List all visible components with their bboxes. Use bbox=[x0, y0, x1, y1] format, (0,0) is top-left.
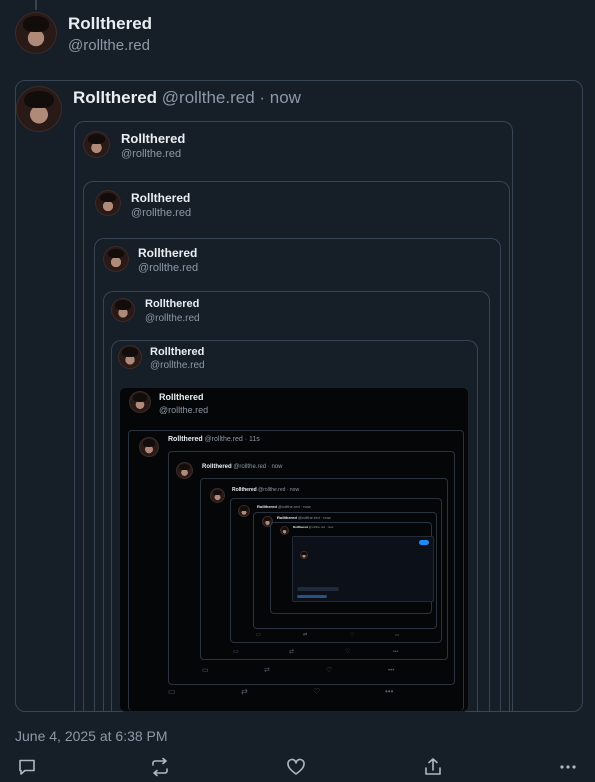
mini-more-icon-2: ••• bbox=[388, 668, 395, 674]
deep-meta-1: @rollthe.red · 11s bbox=[204, 436, 260, 443]
nested-name-2: Rollthered bbox=[131, 191, 191, 205]
nested-avatar-6 bbox=[129, 391, 151, 413]
deep-header-6: Rollthered @rollthe.red · now bbox=[293, 525, 333, 529]
nested-avatar-2 bbox=[95, 190, 121, 216]
deep-avatar-1 bbox=[139, 437, 159, 457]
mini-like-icon-3: ♡ bbox=[345, 649, 351, 655]
deep-header-4: Rollthered @rollthe.red · now bbox=[257, 504, 311, 509]
nested-name-3: Rollthered bbox=[138, 246, 198, 260]
like-button[interactable] bbox=[283, 755, 309, 779]
nested-avatar-5 bbox=[118, 345, 142, 369]
post-timestamp: June 4, 2025 at 6:38 PM bbox=[15, 728, 168, 744]
nested-handle-2: @rollthe.red bbox=[131, 207, 192, 219]
nested-name-1: Rollthered bbox=[121, 131, 186, 146]
deep-name-2: Rollthered bbox=[202, 464, 232, 470]
thread-line bbox=[35, 0, 37, 10]
mini-more-icon-3: ••• bbox=[393, 649, 399, 655]
deep-header-1: Rollthered @rollthe.red · 11s bbox=[168, 436, 260, 443]
deep-meta-4: @rollthe.red · now bbox=[277, 504, 311, 509]
more-button[interactable] bbox=[555, 755, 581, 779]
quote-header: Rollthered @rollthe.red · now bbox=[73, 88, 301, 108]
mini-more-icon-4: ••• bbox=[395, 632, 400, 637]
deep-name-4: Rollthered bbox=[257, 504, 277, 509]
deep-name-1: Rollthered bbox=[168, 436, 203, 443]
deep-avatar-4 bbox=[238, 505, 250, 517]
nested-handle-4: @rollthe.red bbox=[145, 313, 200, 324]
post-button-preview bbox=[419, 540, 429, 545]
nested-handle-3: @rollthe.red bbox=[138, 262, 199, 274]
share-button[interactable] bbox=[420, 755, 446, 779]
mini-like-icon-4: ♡ bbox=[350, 632, 355, 638]
mini-like-icon: ♡ bbox=[313, 687, 321, 696]
quote-time: · now bbox=[259, 88, 301, 107]
author-handle[interactable]: @rollthe.red bbox=[68, 37, 150, 54]
author-avatar[interactable] bbox=[15, 12, 57, 54]
reply-icon bbox=[19, 759, 35, 775]
deep-meta-6: @rollthe.red · now bbox=[308, 525, 334, 529]
mini-repost-icon-3: ⇄ bbox=[289, 649, 295, 655]
nested-name-6: Rollthered bbox=[159, 392, 204, 402]
share-icon bbox=[425, 758, 441, 775]
deep-meta-3: @rollthe.red · now bbox=[258, 487, 300, 493]
deep-header-2: Rollthered @rollthe.red · now bbox=[202, 464, 282, 470]
mini-reply-icon-4: ▭ bbox=[256, 632, 261, 638]
nested-name-4: Rollthered bbox=[145, 298, 200, 310]
deep-avatar-6 bbox=[280, 526, 289, 535]
deep-meta-5: @rollthe.red · now bbox=[297, 515, 331, 520]
quote-author-name: Rollthered bbox=[73, 88, 158, 107]
mini-reply-icon: ▭ bbox=[168, 687, 176, 696]
heart-icon bbox=[287, 758, 305, 775]
deep-meta-2: @rollthe.red · now bbox=[233, 464, 283, 470]
deep-name-6: Rollthered bbox=[293, 525, 308, 529]
mini-more-icon: ••• bbox=[385, 687, 394, 696]
reply-button[interactable] bbox=[14, 755, 40, 779]
nested-handle-5: @rollthe.red bbox=[150, 360, 205, 371]
mini-repost-icon-4: ⇄ bbox=[303, 632, 308, 638]
nested-handle-1: @rollthe.red bbox=[121, 148, 182, 160]
composer-avatar bbox=[300, 551, 308, 559]
nested-handle-6: @rollthe.red bbox=[159, 405, 209, 415]
deep-avatar-3 bbox=[210, 488, 225, 503]
more-icon bbox=[560, 765, 576, 769]
quote-avatar bbox=[16, 86, 62, 132]
composer-chip bbox=[297, 587, 339, 591]
deep-name-3: Rollthered bbox=[232, 487, 257, 493]
mini-repost-icon: ⇄ bbox=[241, 687, 248, 696]
quote-author-handle: @rollthe.red bbox=[161, 88, 255, 107]
mini-reply-icon-3: ▭ bbox=[233, 649, 239, 655]
author-name[interactable]: Rollthered bbox=[68, 14, 152, 34]
nested-avatar-1 bbox=[83, 131, 110, 158]
deep-name-5: Rollthered bbox=[277, 515, 297, 520]
deep-avatar-2 bbox=[176, 462, 193, 479]
mini-repost-icon-2: ⇄ bbox=[264, 667, 270, 674]
deep-header-5: Rollthered @rollthe.red · now bbox=[277, 515, 331, 520]
composer-preview bbox=[292, 536, 434, 602]
repost-icon bbox=[152, 757, 168, 777]
composer-tools bbox=[297, 595, 327, 598]
mini-reply-icon-2: ▭ bbox=[202, 667, 209, 674]
nested-name-5: Rollthered bbox=[150, 346, 205, 358]
deep-header-3: Rollthered @rollthe.red · now bbox=[232, 487, 299, 493]
nested-avatar-4 bbox=[111, 298, 135, 322]
nested-avatar-3 bbox=[103, 246, 129, 272]
mini-like-icon-2: ♡ bbox=[326, 667, 333, 674]
repost-button[interactable] bbox=[147, 755, 173, 779]
